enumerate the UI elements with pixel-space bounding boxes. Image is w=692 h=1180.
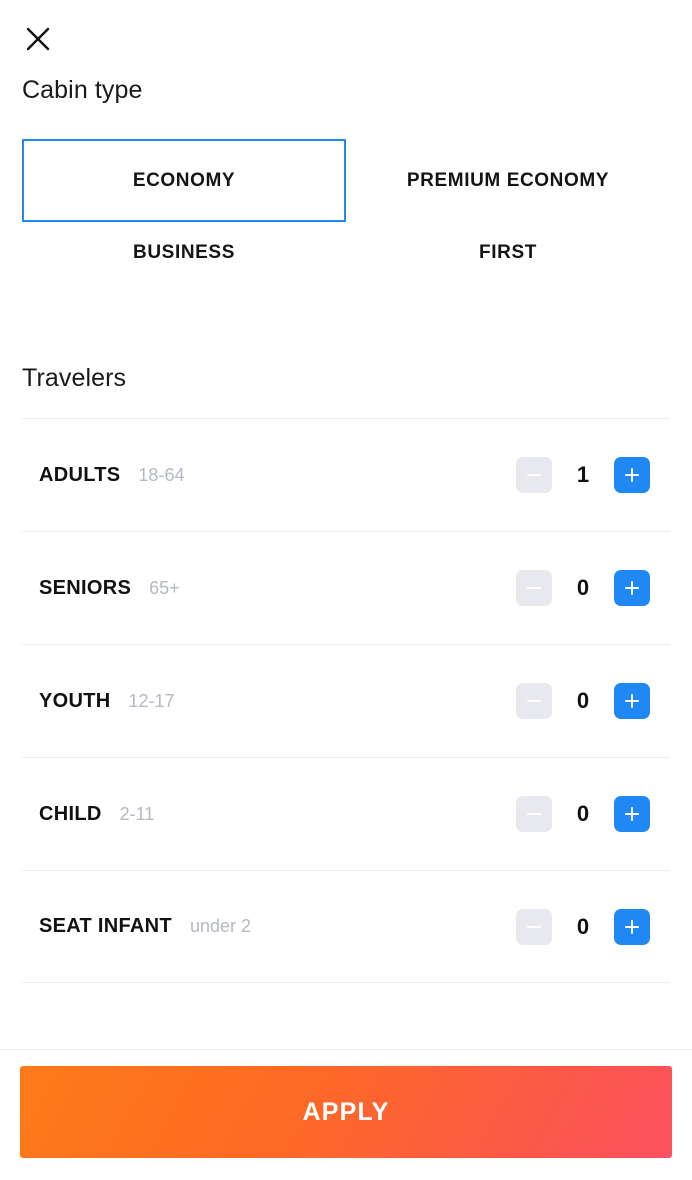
plus-icon xyxy=(625,581,639,595)
traveler-stepper: 0 xyxy=(516,570,670,606)
close-icon xyxy=(23,24,53,54)
increment-seat-infant-button[interactable] xyxy=(614,909,650,945)
minus-icon xyxy=(527,468,541,482)
traveler-row-seniors: SENIORS 65+ 0 xyxy=(22,531,670,644)
travelers-title: Travelers xyxy=(0,366,692,391)
travelers-list: ADULTS 18-64 1 SENIORS 65+ xyxy=(0,418,692,1049)
traveler-labels: ADULTS 18-64 xyxy=(22,464,516,487)
minus-icon xyxy=(527,694,541,708)
plus-icon xyxy=(625,468,639,482)
traveler-row-adults: ADULTS 18-64 1 xyxy=(22,418,670,531)
traveler-name: SENIORS xyxy=(39,577,131,600)
increment-youth-button[interactable] xyxy=(614,683,650,719)
traveler-age-range: 18-64 xyxy=(138,465,184,486)
traveler-row-child: CHILD 2-11 0 xyxy=(22,757,670,870)
close-button[interactable] xyxy=(16,17,60,61)
traveler-labels: YOUTH 12-17 xyxy=(22,690,516,713)
traveler-stepper: 0 xyxy=(516,683,670,719)
traveler-age-range: 12-17 xyxy=(129,691,175,712)
cabin-option-economy-label: ECONOMY xyxy=(133,170,235,192)
decrement-youth-button[interactable] xyxy=(516,683,552,719)
cabin-type-section: ECONOMY PREMIUM ECONOMY BUSINESS FIRST xyxy=(0,139,692,284)
apply-button[interactable]: APPLY xyxy=(20,1066,672,1158)
minus-icon xyxy=(527,807,541,821)
cabin-option-first-label: FIRST xyxy=(479,242,537,264)
decrement-seat-infant-button[interactable] xyxy=(516,909,552,945)
traveler-labels: CHILD 2-11 xyxy=(22,803,516,826)
traveler-age-range: under 2 xyxy=(190,916,251,937)
traveler-age-range: 2-11 xyxy=(120,804,155,825)
decrement-child-button[interactable] xyxy=(516,796,552,832)
plus-icon xyxy=(625,694,639,708)
traveler-count: 0 xyxy=(552,801,614,827)
plus-icon xyxy=(625,807,639,821)
increment-seniors-button[interactable] xyxy=(614,570,650,606)
increment-child-button[interactable] xyxy=(614,796,650,832)
traveler-count: 0 xyxy=(552,688,614,714)
traveler-stepper: 1 xyxy=(516,457,670,493)
cabin-type-options: ECONOMY PREMIUM ECONOMY BUSINESS FIRST xyxy=(22,139,670,284)
cabin-option-business-label: BUSINESS xyxy=(133,242,235,264)
traveler-row-seat-infant: SEAT INFANT under 2 0 xyxy=(22,870,670,983)
traveler-labels: SENIORS 65+ xyxy=(22,577,516,600)
cabin-option-premium-economy-label: PREMIUM ECONOMY xyxy=(407,170,609,192)
dialog-header xyxy=(0,0,692,78)
decrement-adults-button[interactable] xyxy=(516,457,552,493)
increment-adults-button[interactable] xyxy=(614,457,650,493)
traveler-name: CHILD xyxy=(39,803,102,826)
traveler-row-youth: YOUTH 12-17 0 xyxy=(22,644,670,757)
minus-icon xyxy=(527,920,541,934)
traveler-count: 1 xyxy=(552,462,614,488)
traveler-name: YOUTH xyxy=(39,690,111,713)
decrement-seniors-button[interactable] xyxy=(516,570,552,606)
cabin-option-economy[interactable]: ECONOMY xyxy=(22,139,346,222)
cabin-travelers-dialog: Cabin type ECONOMY PREMIUM ECONOMY BUSIN… xyxy=(0,0,692,1180)
traveler-count: 0 xyxy=(552,575,614,601)
traveler-age-range: 65+ xyxy=(149,578,180,599)
traveler-name: ADULTS xyxy=(39,464,120,487)
cabin-option-premium-economy[interactable]: PREMIUM ECONOMY xyxy=(346,139,670,222)
cabin-option-first[interactable]: FIRST xyxy=(346,222,670,284)
traveler-count: 0 xyxy=(552,914,614,940)
traveler-name: SEAT INFANT xyxy=(39,915,172,938)
cabin-option-business[interactable]: BUSINESS xyxy=(22,222,346,284)
dialog-footer: APPLY xyxy=(0,1049,692,1180)
plus-icon xyxy=(625,920,639,934)
traveler-stepper: 0 xyxy=(516,796,670,832)
traveler-stepper: 0 xyxy=(516,909,670,945)
cabin-type-title: Cabin type xyxy=(0,78,692,103)
minus-icon xyxy=(527,581,541,595)
traveler-labels: SEAT INFANT under 2 xyxy=(22,915,516,938)
